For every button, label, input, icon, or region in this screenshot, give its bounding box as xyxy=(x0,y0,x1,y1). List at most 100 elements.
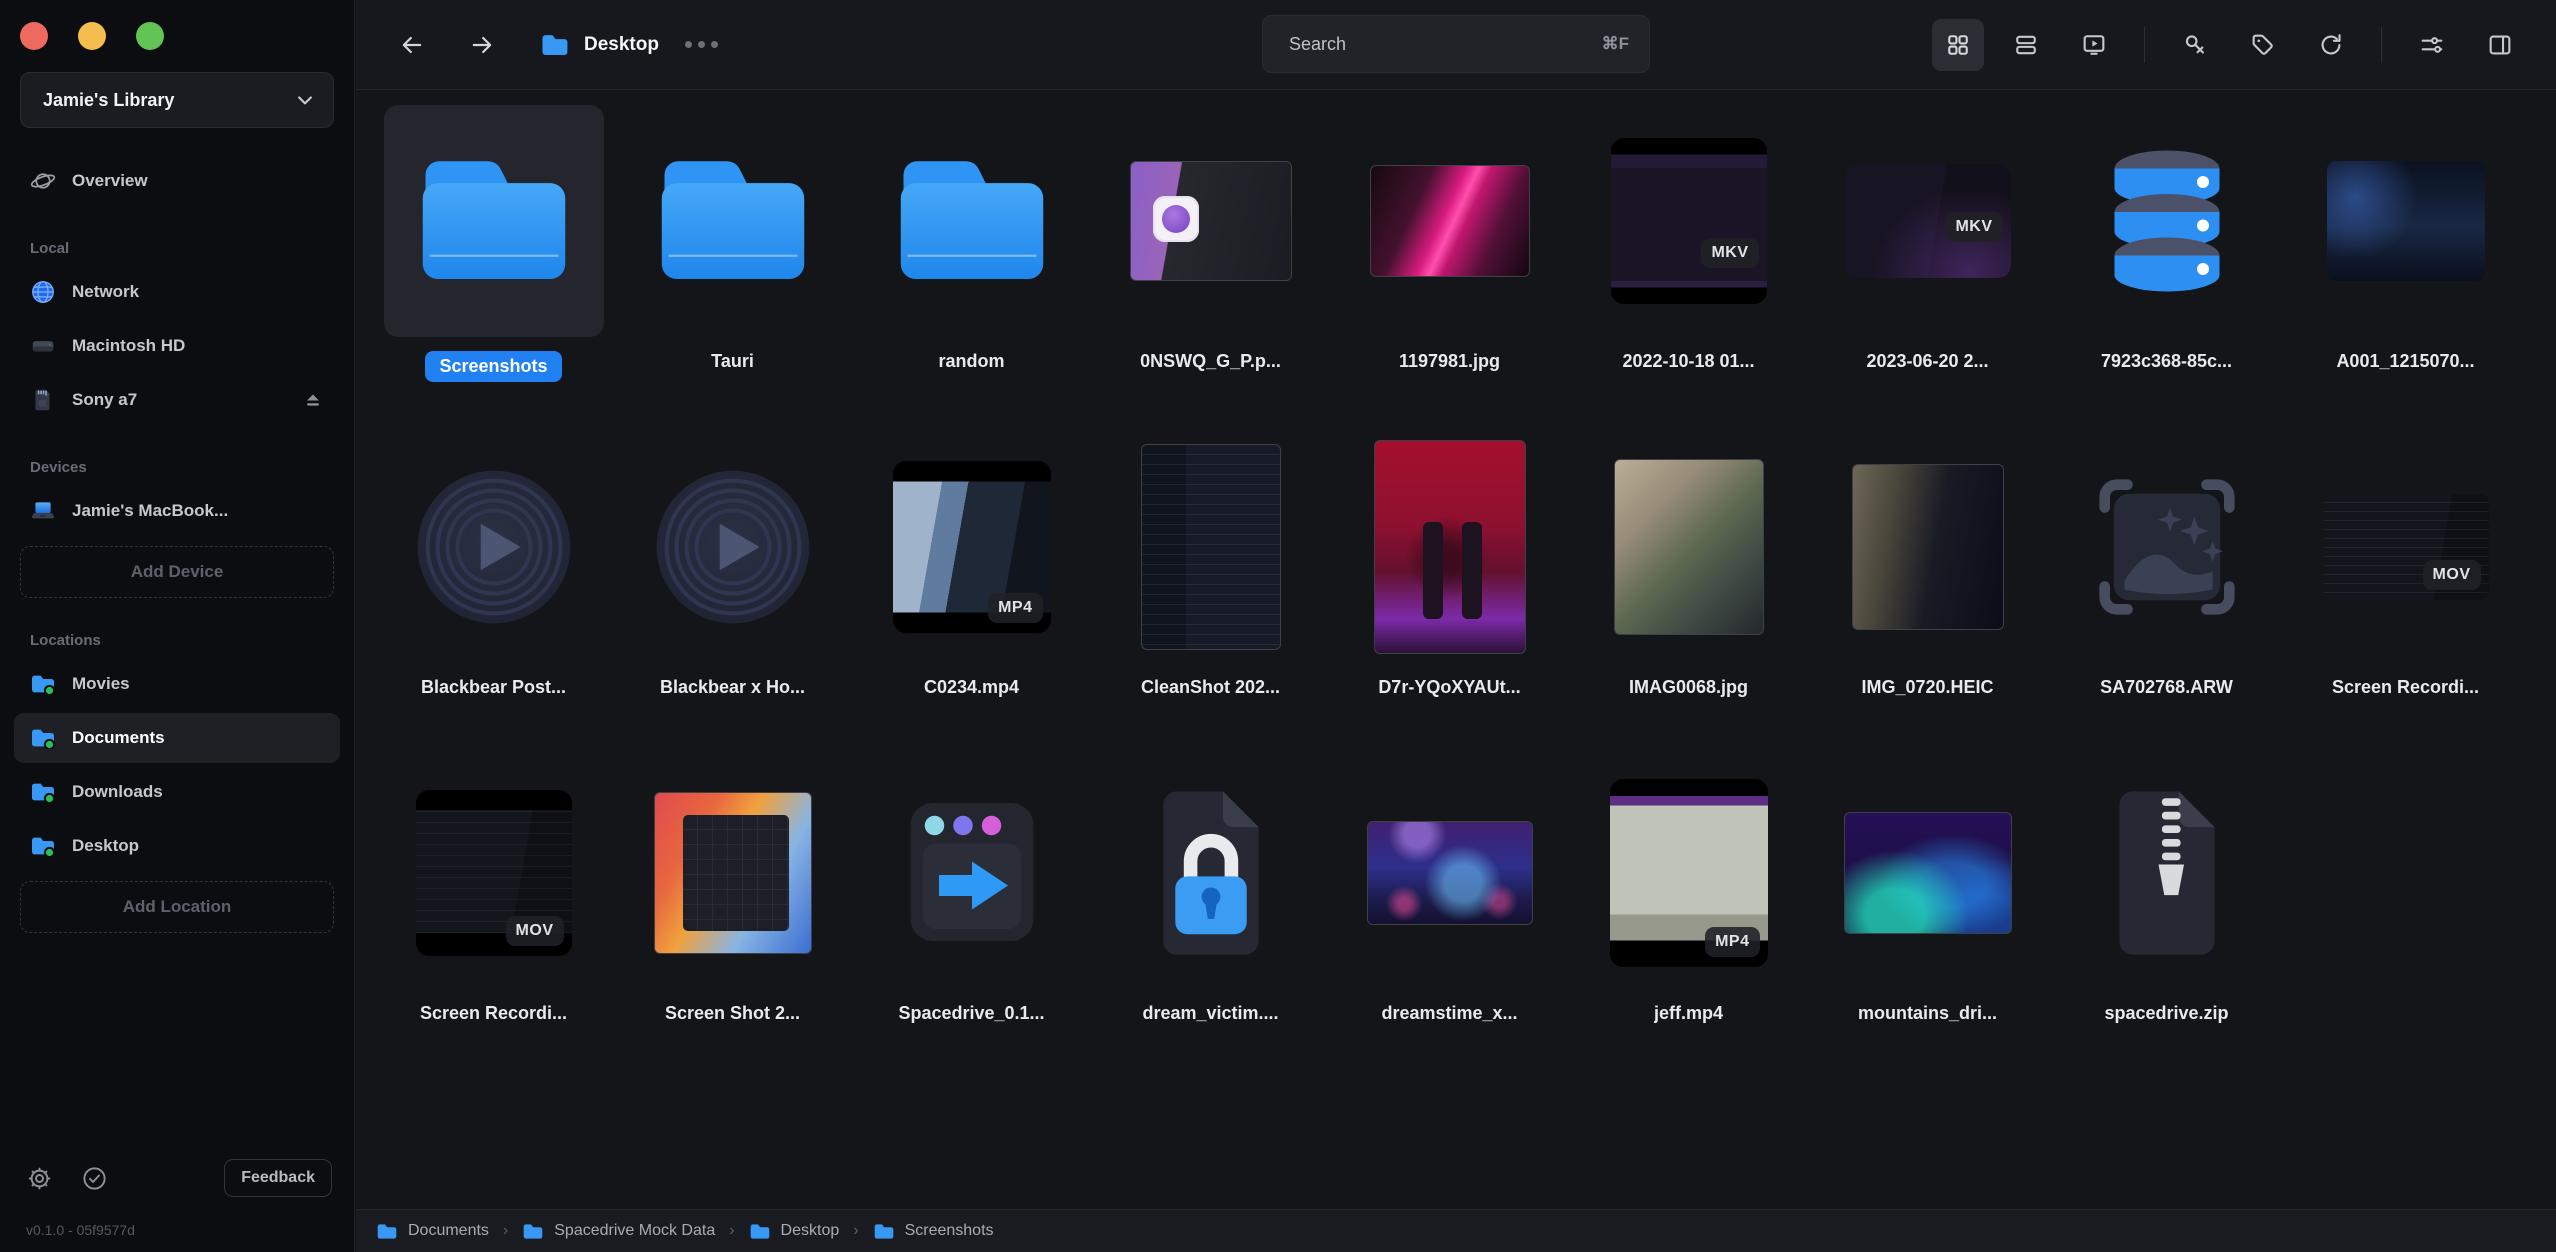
check-circle-icon[interactable] xyxy=(81,1165,108,1192)
search-bar[interactable]: ⌘F xyxy=(1262,15,1650,73)
breadcrumb-separator: › xyxy=(729,1222,734,1240)
file-name: 2022-10-18 01... xyxy=(1622,351,1754,372)
section-title-local: Local xyxy=(30,240,354,257)
file-name: Blackbear x Ho... xyxy=(660,677,805,698)
key-manager-button[interactable] xyxy=(2169,19,2221,71)
file-item[interactable]: SA702768.ARW xyxy=(2047,431,2286,731)
file-item[interactable]: MOVScreen Recordi... xyxy=(2286,431,2525,731)
file-item[interactable]: A001_1215070... xyxy=(2286,105,2525,405)
more-options-icon[interactable] xyxy=(685,41,718,48)
settings-gear-icon[interactable] xyxy=(26,1165,53,1192)
back-button[interactable] xyxy=(390,23,434,67)
feedback-button[interactable]: Feedback xyxy=(224,1159,332,1197)
sidebar-item-movies[interactable]: Movies xyxy=(14,659,340,709)
file-item[interactable]: mountains_dri... xyxy=(1808,757,2047,1057)
file-item[interactable]: Screen Shot 2... xyxy=(613,757,852,1057)
inspector-panel-icon xyxy=(2486,31,2514,59)
file-item[interactable]: Tauri xyxy=(613,105,852,405)
file-item[interactable]: dreamstime_x... xyxy=(1330,757,1569,1057)
sidebar-item-macbook[interactable]: Jamie's MacBook... xyxy=(14,486,340,536)
sidebar-item-documents[interactable]: Documents xyxy=(14,713,340,763)
media-view-button[interactable] xyxy=(2068,19,2120,71)
file-item[interactable]: IMG_0720.HEIC xyxy=(1808,431,2047,731)
sidebar-item-label: Desktop xyxy=(72,836,139,856)
search-shortcut: ⌘F xyxy=(1602,34,1629,54)
planet-icon xyxy=(30,168,56,194)
tag-button[interactable] xyxy=(2237,19,2289,71)
sd-card-icon xyxy=(30,387,56,413)
file-name: IMAG0068.jpg xyxy=(1629,677,1748,698)
file-item[interactable]: MKV2023-06-20 2... xyxy=(1808,105,2047,405)
add-device-button[interactable]: Add Device xyxy=(20,546,334,598)
file-item[interactable]: Blackbear x Ho... xyxy=(613,431,852,731)
sidebar-item-sony-a7[interactable]: Sony a7 xyxy=(14,375,340,425)
sidebar-item-downloads[interactable]: Downloads xyxy=(14,767,340,817)
arrow-right-icon xyxy=(468,31,496,59)
sidebar-item-label: Movies xyxy=(72,674,130,694)
tag-icon xyxy=(2249,31,2277,59)
file-item[interactable]: IMAG0068.jpg xyxy=(1569,431,1808,731)
file-item[interactable]: Blackbear Post... xyxy=(374,431,613,731)
sliders-icon xyxy=(2418,31,2446,59)
view-options-button[interactable] xyxy=(2406,19,2458,71)
thumbnail-area: MOV xyxy=(2296,431,2516,663)
file-name: Spacedrive_0.1... xyxy=(898,1003,1044,1024)
file-grid: Screenshots Tauri random0NSWQ_G_P.p... 11… xyxy=(356,91,2556,1057)
thumbnail-area xyxy=(1340,757,1560,989)
sidebar-item-overview[interactable]: Overview xyxy=(14,156,340,206)
file-item[interactable]: random xyxy=(852,105,1091,405)
zoom-window-button[interactable] xyxy=(136,22,164,50)
refresh-button[interactable] xyxy=(2305,19,2357,71)
video-thumbnail: MOV xyxy=(416,790,572,956)
thumbnail-area: MP4 xyxy=(1579,757,1799,989)
sidebar-item-network[interactable]: Network xyxy=(14,267,340,317)
file-item[interactable]: D7r-YQoXYAUt... xyxy=(1330,431,1569,731)
file-item[interactable]: Screenshots xyxy=(374,105,613,405)
format-badge: MKV xyxy=(1701,238,1758,268)
breadcrumb-item[interactable]: Spacedrive Mock Data xyxy=(522,1222,715,1241)
add-location-button[interactable]: Add Location xyxy=(20,881,334,933)
inspector-toggle-button[interactable] xyxy=(2474,19,2526,71)
file-item[interactable]: CleanShot 202... xyxy=(1091,431,1330,731)
folder-icon xyxy=(376,1222,398,1241)
format-badge: MOV xyxy=(506,916,564,946)
minimize-window-button[interactable] xyxy=(78,22,106,50)
sidebar-item-macintosh-hd[interactable]: Macintosh HD xyxy=(14,321,340,371)
file-item[interactable]: MP4jeff.mp4 xyxy=(1569,757,1808,1057)
page-title: Desktop xyxy=(584,34,659,56)
forward-button[interactable] xyxy=(460,23,504,67)
current-folder[interactable]: Desktop xyxy=(540,32,659,58)
file-item[interactable]: 1197981.jpg xyxy=(1330,105,1569,405)
grid-view-button[interactable] xyxy=(1932,19,1984,71)
format-badge: MP4 xyxy=(988,593,1042,623)
file-item[interactable]: 0NSWQ_G_P.p... xyxy=(1091,105,1330,405)
search-input[interactable] xyxy=(1289,34,1602,55)
image-thumbnail xyxy=(1852,464,2004,630)
refresh-icon xyxy=(2317,31,2345,59)
file-item[interactable]: MKV 2022-10-18 01... xyxy=(1569,105,1808,405)
library-switcher[interactable]: Jamie's Library xyxy=(20,72,334,128)
sidebar-item-desktop[interactable]: Desktop xyxy=(14,821,340,871)
file-item[interactable]: spacedrive.zip xyxy=(2047,757,2286,1057)
list-view-button[interactable] xyxy=(2000,19,2052,71)
laptop-icon xyxy=(30,498,56,524)
breadcrumb-item[interactable]: Documents xyxy=(376,1222,489,1241)
image-thumbnail xyxy=(1367,821,1533,925)
file-name: D7r-YQoXYAUt... xyxy=(1378,677,1520,698)
eject-icon[interactable] xyxy=(302,389,324,411)
file-name: A001_1215070... xyxy=(2336,351,2474,372)
file-item[interactable]: Spacedrive_0.1... xyxy=(852,757,1091,1057)
file-name: 1197981.jpg xyxy=(1399,351,1500,372)
file-item[interactable]: dream_victim.... xyxy=(1091,757,1330,1057)
thumbnail-area xyxy=(2057,757,2277,989)
breadcrumb-item[interactable]: Screenshots xyxy=(873,1222,994,1241)
file-item[interactable]: MP4C0234.mp4 xyxy=(852,431,1091,731)
sidebar-item-label: Downloads xyxy=(72,782,163,802)
file-item[interactable]: MOVScreen Recordi... xyxy=(374,757,613,1057)
breadcrumb-item[interactable]: Desktop xyxy=(749,1222,840,1241)
video-thumbnail: MOV xyxy=(2323,494,2489,600)
file-item[interactable]: 7923c368-85c... xyxy=(2047,105,2286,405)
close-window-button[interactable] xyxy=(20,22,48,50)
image-thumbnail xyxy=(1614,459,1764,635)
video-thumbnail xyxy=(2327,161,2485,281)
